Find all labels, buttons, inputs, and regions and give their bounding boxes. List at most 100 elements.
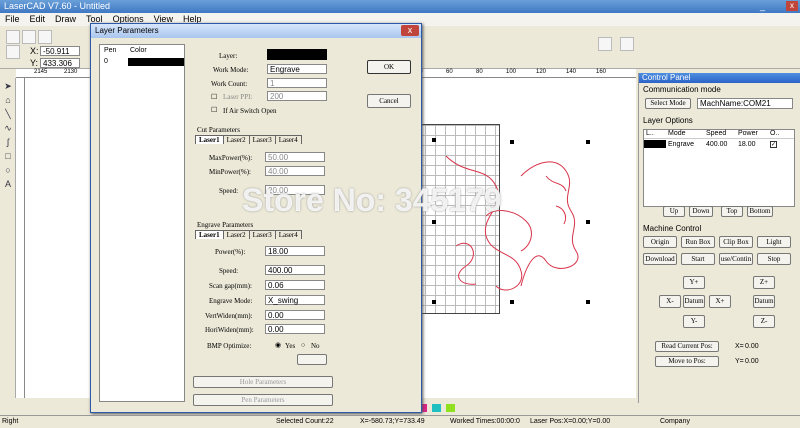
engrave-tab-laser3[interactable]: Laser3 xyxy=(248,230,276,239)
ruler-tick: 2145 xyxy=(34,69,48,75)
move-to-pos-button[interactable]: Move to Pos: xyxy=(655,356,719,367)
stop-button[interactable]: Stop xyxy=(757,253,791,265)
engrave-speed-field[interactable]: 400.00 xyxy=(265,265,325,275)
open-file-icon[interactable] xyxy=(22,30,36,44)
origin-button[interactable]: Origin xyxy=(643,236,677,248)
x-plus-button[interactable]: X+ xyxy=(709,295,731,308)
laser-ppi-checkbox[interactable]: ☐ xyxy=(211,93,217,101)
selection-handle[interactable] xyxy=(586,300,590,304)
y-coord-field[interactable]: 433.306 xyxy=(40,58,80,68)
menu-file[interactable]: File xyxy=(0,14,25,24)
x-minus-button[interactable]: X- xyxy=(659,295,681,308)
bmp-optimize-label: BMP Optimize: xyxy=(207,342,252,350)
cut-tab-laser3[interactable]: Laser3 xyxy=(248,135,276,144)
col-mode: Mode xyxy=(668,130,686,137)
curve-tool-icon[interactable]: ʃ xyxy=(2,136,14,148)
bmp-yes-radio[interactable]: ◉ xyxy=(275,341,281,349)
clip-box-button[interactable]: Clip Box xyxy=(719,236,753,248)
ok-button[interactable]: OK xyxy=(367,60,411,74)
air-switch-checkbox[interactable]: ☐ xyxy=(211,106,217,114)
selection-handle[interactable] xyxy=(586,220,590,224)
z-datum-button[interactable]: Datum xyxy=(753,295,775,308)
selection-handle[interactable] xyxy=(432,220,436,224)
selection-handle[interactable] xyxy=(510,300,514,304)
menu-draw[interactable]: Draw xyxy=(50,14,81,24)
cancel-button[interactable]: Cancel xyxy=(367,94,411,108)
color-swatch[interactable] xyxy=(432,404,441,412)
down-button[interactable]: Down xyxy=(689,206,713,217)
layer-color-box[interactable] xyxy=(267,49,327,60)
cut-tab-laser4[interactable]: Laser4 xyxy=(274,135,302,144)
up-button[interactable]: Up xyxy=(663,206,685,217)
color-swatch[interactable] xyxy=(446,404,455,412)
ruler-tick: 60 xyxy=(446,69,453,75)
y-plus-button[interactable]: Y+ xyxy=(683,276,705,289)
hori-widen-field[interactable]: 0.00 xyxy=(265,324,325,334)
run-box-button[interactable]: Run Box xyxy=(681,236,715,248)
layer-options-list[interactable]: L.. Mode Speed Power O.. Engrave 400.00 … xyxy=(643,129,795,207)
z-plus-button[interactable]: Z+ xyxy=(753,276,775,289)
datum-button[interactable]: Datum xyxy=(683,295,705,308)
work-count-field[interactable]: 1 xyxy=(267,78,327,88)
laser-ppi-label: Laser PPI: xyxy=(223,93,253,101)
y-minus-button[interactable]: Y- xyxy=(683,315,705,328)
scan-gap-field[interactable]: 0.06 xyxy=(265,280,325,290)
text-tool-icon[interactable]: A xyxy=(2,178,14,190)
menu-edit[interactable]: Edit xyxy=(25,14,51,24)
layer-list-header: L.. Mode Speed Power O.. xyxy=(644,130,794,139)
rectangle-tool-icon[interactable]: □ xyxy=(2,150,14,162)
selection-handle[interactable] xyxy=(432,138,436,142)
close-window-button[interactable]: x xyxy=(786,1,798,11)
line-tool-icon[interactable]: ╲ xyxy=(2,108,14,120)
power-field[interactable]: 18.00 xyxy=(265,246,325,256)
save-file-icon[interactable] xyxy=(38,30,52,44)
start-button[interactable]: Start xyxy=(681,253,715,265)
layer-row[interactable]: Engrave 400.00 18.00 ✓ xyxy=(644,139,794,149)
pen-color-swatch[interactable] xyxy=(128,58,184,66)
ruler-tick: 80 xyxy=(476,69,483,75)
new-file-icon[interactable] xyxy=(6,30,20,44)
bottom-button[interactable]: Bottom xyxy=(747,206,773,217)
laser-ppi-field[interactable]: 200 xyxy=(267,91,327,101)
engrave-mode-select[interactable]: X_swing xyxy=(265,295,325,305)
polyline-tool-icon[interactable]: ∿ xyxy=(2,122,14,134)
max-power-field[interactable]: 50.00 xyxy=(265,152,325,162)
x-coord-field[interactable]: -50.911 xyxy=(40,46,80,56)
pen-parameters-button[interactable]: Pen Parameters xyxy=(193,394,333,406)
engrave-tab-laser1[interactable]: Laser1 xyxy=(195,230,224,239)
read-current-pos-button[interactable]: Read Current Pos: xyxy=(655,341,719,352)
coord-icon xyxy=(6,45,20,59)
selection-handle[interactable] xyxy=(586,140,590,144)
top-button[interactable]: Top xyxy=(721,206,743,217)
dialog-close-button[interactable]: x xyxy=(401,25,419,36)
col-power: Power xyxy=(738,130,758,137)
ellipse-tool-icon[interactable]: ○ xyxy=(2,164,14,176)
cut-tab-laser1[interactable]: Laser1 xyxy=(195,135,224,144)
pause-continue-button[interactable]: use/Contin xyxy=(719,253,753,265)
bmp-no-radio[interactable]: ○ xyxy=(301,341,305,349)
pen-list[interactable]: Pen Color 0 xyxy=(99,44,185,402)
layer-options-label: Layer Options xyxy=(643,116,693,125)
bmp-more-button[interactable] xyxy=(297,354,327,365)
layer-output-checkbox[interactable]: ✓ xyxy=(770,140,777,148)
light-button[interactable]: Light xyxy=(757,236,791,248)
selection-handle[interactable] xyxy=(510,140,514,144)
cut-tab-laser2[interactable]: Laser2 xyxy=(222,135,250,144)
download-button[interactable]: Download xyxy=(643,253,677,265)
min-power-field[interactable]: 40.00 xyxy=(265,166,325,176)
select-arrow-icon[interactable]: ➤ xyxy=(2,80,14,92)
toolbar-icon-right[interactable] xyxy=(598,37,612,51)
toolbar-icon-right-2[interactable] xyxy=(620,37,634,51)
vertical-ruler xyxy=(16,78,25,398)
vert-widen-field[interactable]: 0.00 xyxy=(265,310,325,320)
minimize-button[interactable]: _ xyxy=(760,1,770,11)
z-minus-button[interactable]: Z- xyxy=(753,315,775,328)
engrave-tab-laser4[interactable]: Laser4 xyxy=(274,230,302,239)
selection-handle[interactable] xyxy=(432,300,436,304)
node-edit-icon[interactable]: ⌂ xyxy=(2,94,14,106)
engrave-tab-laser2[interactable]: Laser2 xyxy=(222,230,250,239)
select-mode-button[interactable]: Select Mode xyxy=(645,98,691,109)
work-mode-select[interactable]: Engrave xyxy=(267,64,327,74)
hole-parameters-button[interactable]: Hole Parameters xyxy=(193,376,333,388)
machine-name-select[interactable]: MachName:COM21 xyxy=(697,98,793,109)
